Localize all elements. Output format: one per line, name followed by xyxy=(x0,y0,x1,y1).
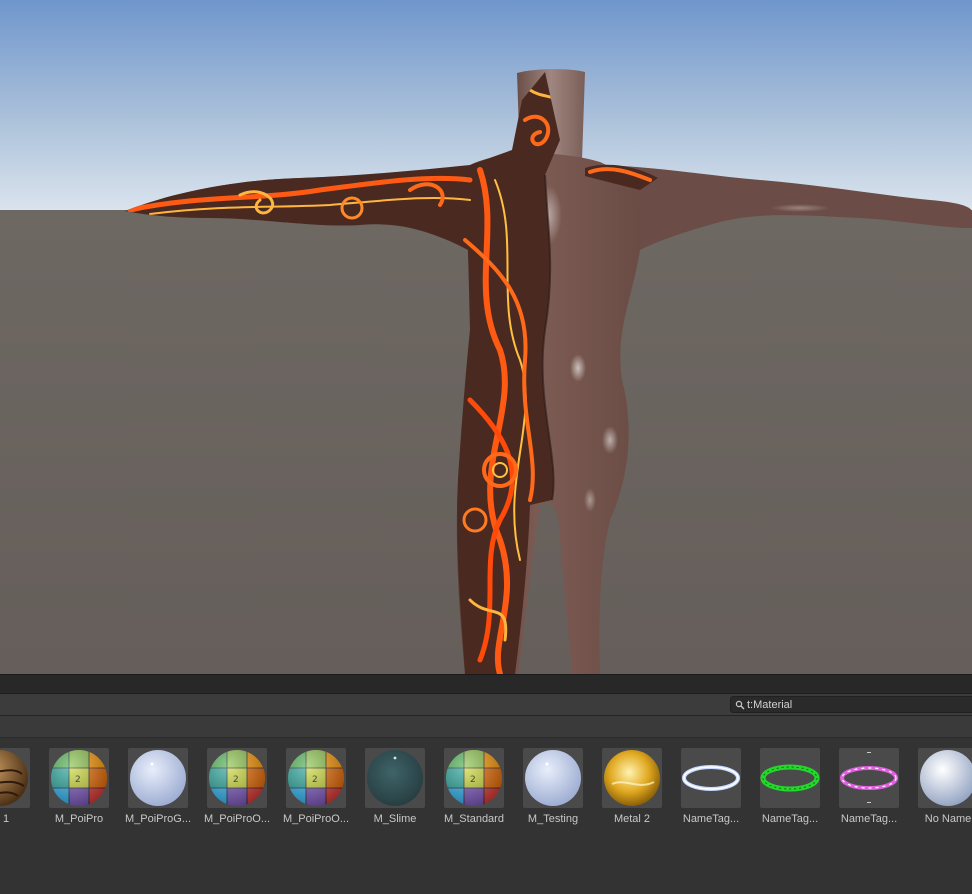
asset-item[interactable]: M_Testing xyxy=(516,748,590,838)
material-preview-thumbnail xyxy=(681,748,741,808)
material-preview-thumbnail xyxy=(0,748,30,808)
asset-item[interactable]: 2 M_PoiPro xyxy=(42,748,116,838)
asset-label: NameTag... xyxy=(682,813,740,825)
asset-item[interactable]: th 1 xyxy=(0,748,37,838)
asset-item[interactable]: 2 M_PoiProO... xyxy=(200,748,274,838)
project-toolbar xyxy=(0,694,972,716)
search-icon xyxy=(735,700,745,710)
asset-item[interactable]: NameTag... xyxy=(832,748,906,838)
material-preview-thumbnail xyxy=(602,748,662,808)
asset-grid: th 1 2 M_PoiPro M_PoiProG... 2 M_PoiProO… xyxy=(0,738,972,894)
asset-item[interactable]: 2 M_Standard xyxy=(437,748,511,838)
asset-item[interactable]: NameTag... xyxy=(674,748,748,838)
material-preview-thumbnail xyxy=(839,748,899,808)
scene-viewport[interactable] xyxy=(0,0,972,674)
asset-item[interactable]: NameTag... xyxy=(753,748,827,838)
asset-item[interactable]: M_Slime xyxy=(358,748,432,838)
asset-label: No Name xyxy=(924,813,972,825)
asset-label: Metal 2 xyxy=(613,813,651,825)
asset-label: th 1 xyxy=(0,813,10,825)
material-preview-thumbnail xyxy=(365,748,425,808)
asset-item[interactable]: Metal 2 xyxy=(595,748,669,838)
asset-label: M_Slime xyxy=(373,813,417,825)
asset-item[interactable]: M_PoiProG... xyxy=(121,748,195,838)
breadcrumb-bar xyxy=(0,716,972,738)
scene-render xyxy=(0,0,972,674)
asset-label: M_PoiProO... xyxy=(203,813,271,825)
asset-label: M_PoiProG... xyxy=(124,813,192,825)
asset-label: M_PoiProO... xyxy=(282,813,350,825)
material-preview-thumbnail xyxy=(523,748,583,808)
asset-label: NameTag... xyxy=(840,813,898,825)
material-preview-thumbnail xyxy=(128,748,188,808)
asset-item[interactable]: 2 M_PoiProO... xyxy=(279,748,353,838)
asset-label: M_PoiPro xyxy=(54,813,104,825)
panel-tab-bar xyxy=(0,674,972,694)
material-preview-thumbnail: 2 xyxy=(49,748,109,808)
asset-item[interactable]: No Name xyxy=(911,748,972,838)
asset-label: M_Testing xyxy=(527,813,579,825)
asset-label: M_Standard xyxy=(444,813,504,825)
material-preview-thumbnail: 2 xyxy=(286,748,346,808)
asset-label: NameTag... xyxy=(761,813,819,825)
material-preview-thumbnail xyxy=(760,748,820,808)
search-input[interactable] xyxy=(730,696,972,713)
material-preview-thumbnail: 2 xyxy=(444,748,504,808)
material-preview-thumbnail: 2 xyxy=(207,748,267,808)
material-preview-thumbnail xyxy=(918,748,972,808)
